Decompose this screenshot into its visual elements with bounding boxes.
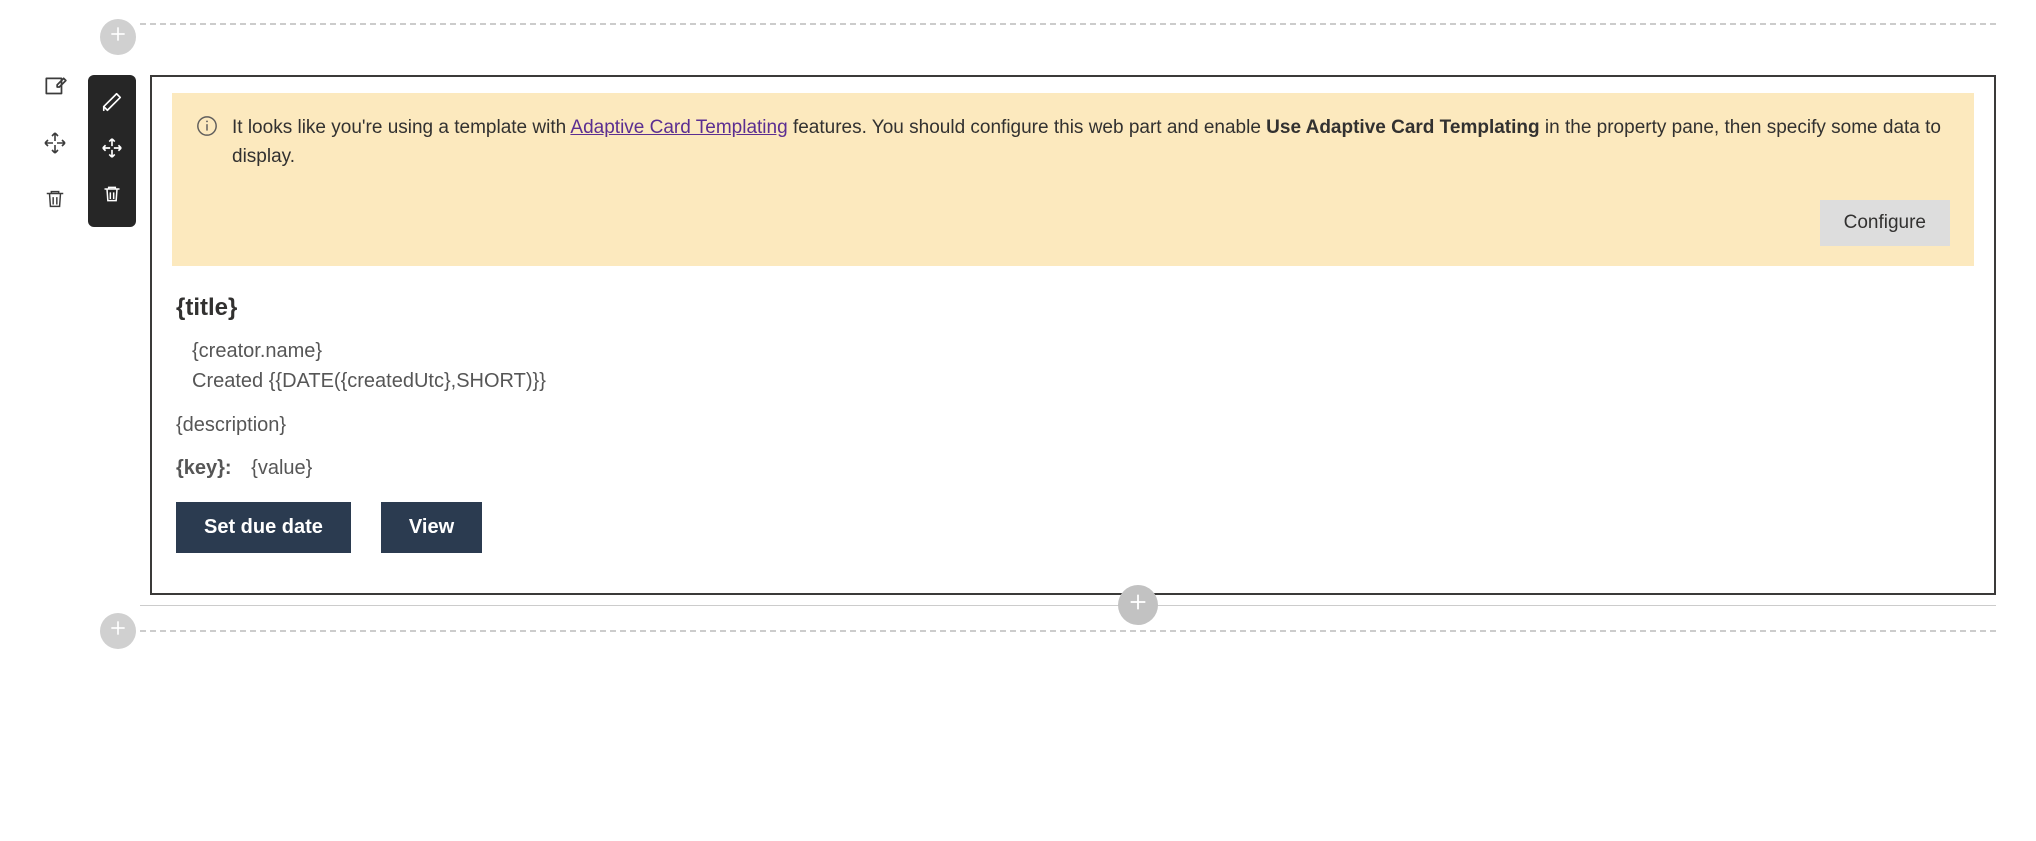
add-section-top-button[interactable]: [100, 19, 136, 55]
info-icon: [196, 115, 218, 137]
webpart-container[interactable]: It looks like you're using a template wi…: [150, 75, 1996, 595]
card-description: {description}: [176, 414, 1974, 437]
edit-note-icon: [42, 74, 68, 106]
add-webpart-button[interactable]: [1118, 585, 1158, 625]
move-icon: [101, 137, 123, 165]
move-icon: [43, 131, 67, 161]
adaptive-card-templating-link[interactable]: Adaptive Card Templating: [570, 117, 787, 138]
edit-webpart-button[interactable]: [92, 85, 132, 125]
move-webpart-button[interactable]: [92, 131, 132, 171]
banner-bold-feature: Use Adaptive Card Templating: [1266, 117, 1539, 138]
delete-icon: [44, 188, 66, 216]
view-button[interactable]: View: [381, 502, 482, 553]
webpart-toolbar: [88, 75, 136, 227]
delete-icon: [102, 184, 122, 210]
configure-button[interactable]: Configure: [1820, 200, 1950, 246]
plus-icon: [108, 618, 128, 644]
delete-webpart-button[interactable]: [92, 177, 132, 217]
page-side-toolbar: [40, 75, 70, 217]
section-divider-top: [140, 23, 1996, 25]
edit-icon: [101, 91, 123, 119]
edit-note-button[interactable]: [40, 75, 70, 105]
card-title: {title}: [176, 294, 1974, 322]
card-value-label: {value}: [251, 457, 312, 479]
plus-icon: [108, 24, 128, 50]
section-divider-bottom: [140, 630, 1996, 632]
card-created-line: Created {{DATE({createdUtc},SHORT)}}: [192, 366, 1974, 396]
set-due-date-button[interactable]: Set due date: [176, 502, 351, 553]
banner-text: It looks like you're using a template wi…: [232, 113, 1950, 172]
plus-icon: [1127, 591, 1149, 619]
delete-button[interactable]: [40, 187, 70, 217]
section-divider-solid: [140, 605, 1996, 606]
info-banner: It looks like you're using a template wi…: [172, 93, 1974, 266]
add-section-bottom-button[interactable]: [100, 613, 136, 649]
move-button[interactable]: [40, 131, 70, 161]
banner-text-mid: features. You should configure this web …: [793, 117, 1266, 138]
card-key-label: {key}:: [176, 457, 232, 479]
card-creator-name: {creator.name}: [192, 336, 1974, 366]
adaptive-card-preview: {title} {creator.name} Created {{DATE({c…: [172, 294, 1974, 553]
banner-text-pre: It looks like you're using a template wi…: [232, 117, 570, 138]
